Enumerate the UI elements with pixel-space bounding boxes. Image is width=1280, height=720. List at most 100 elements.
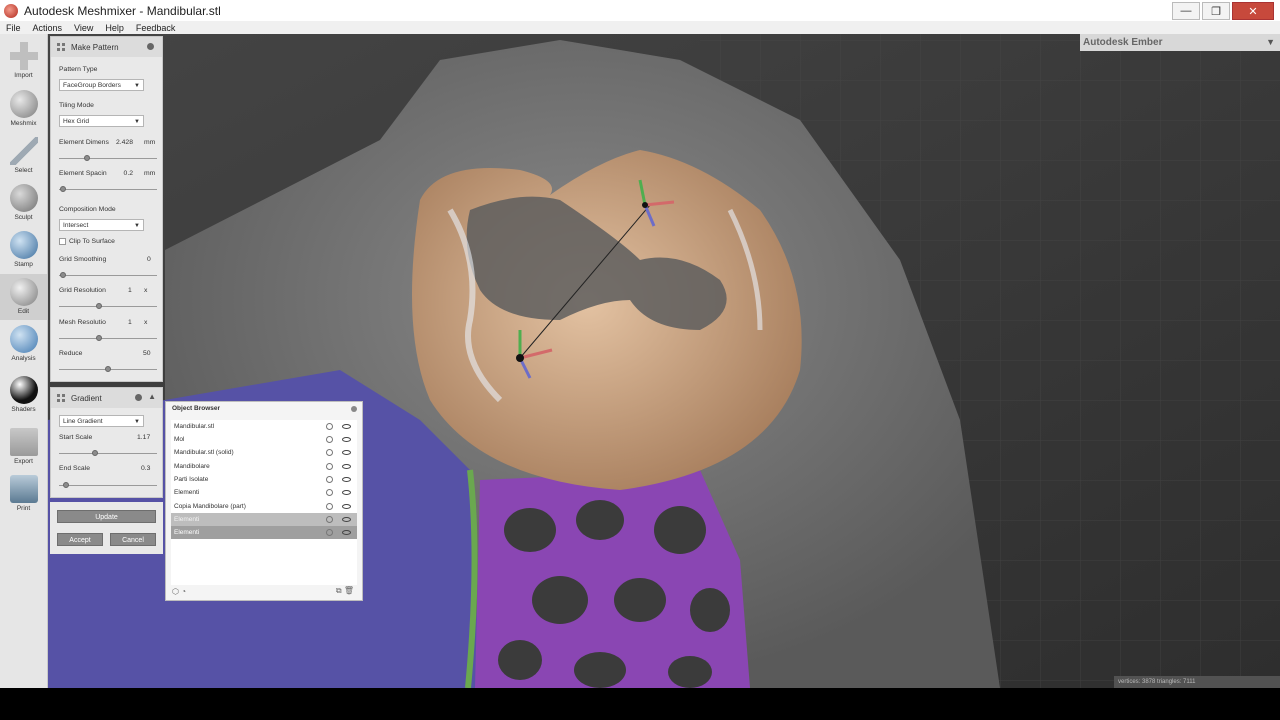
end-scale-label: End Scale bbox=[59, 465, 90, 472]
lock-icon[interactable] bbox=[326, 423, 333, 430]
end-scale-slider[interactable] bbox=[59, 482, 157, 488]
element-dimensions-unit: mm bbox=[144, 139, 156, 146]
grid-resolution-slider[interactable] bbox=[59, 303, 157, 309]
collapse-icon[interactable]: ▲ bbox=[148, 392, 156, 401]
slider-handle[interactable] bbox=[60, 272, 66, 278]
slider-handle[interactable] bbox=[63, 482, 69, 488]
tool-select[interactable]: Select bbox=[0, 133, 47, 179]
slider-handle[interactable] bbox=[84, 155, 90, 161]
minimize-button[interactable]: — bbox=[1172, 2, 1200, 20]
gear-icon[interactable] bbox=[147, 43, 154, 50]
menu-help[interactable]: Help bbox=[99, 23, 130, 33]
chevron-down-icon[interactable]: ▼ bbox=[1266, 34, 1275, 51]
slider-handle[interactable] bbox=[105, 366, 111, 372]
list-item[interactable]: Parti Isolate bbox=[171, 473, 357, 486]
lock-icon[interactable] bbox=[326, 529, 333, 536]
gear-icon[interactable] bbox=[135, 394, 142, 401]
menu-feedback[interactable]: Feedback bbox=[130, 23, 182, 33]
gradient-header[interactable]: Gradient ▲ bbox=[51, 388, 162, 408]
start-scale-value[interactable]: 1.17 bbox=[137, 434, 150, 441]
list-item[interactable]: Mandibular.stl (solid) bbox=[171, 446, 357, 459]
list-item[interactable]: Mandibular.stl bbox=[171, 420, 357, 433]
reduce-slider[interactable] bbox=[59, 366, 157, 372]
close-button[interactable]: ✕ bbox=[1232, 2, 1274, 20]
maximize-button[interactable]: ❐ bbox=[1202, 2, 1230, 20]
element-spacing-slider[interactable] bbox=[59, 186, 157, 192]
element-spacing-value[interactable]: 0.2 bbox=[115, 170, 133, 177]
gradient-panel: Gradient ▲ Line Gradient ▼ Start Scale 1.… bbox=[50, 387, 163, 498]
gradient-type-select[interactable]: Line Gradient ▼ bbox=[59, 415, 144, 427]
mesh-resolution-value[interactable]: 1 bbox=[128, 319, 132, 326]
tool-edit[interactable]: Edit bbox=[0, 274, 47, 320]
element-dimensions-label: Element Dimens bbox=[59, 139, 109, 146]
element-dimensions-value[interactable]: 2.428 bbox=[109, 139, 133, 146]
slider-handle[interactable] bbox=[96, 303, 102, 309]
tool-shaders[interactable]: Shaders bbox=[0, 372, 47, 418]
tiling-mode-select[interactable]: Hex Grid ▼ bbox=[59, 115, 144, 127]
ember-panel[interactable]: Autodesk Ember ▼ bbox=[1080, 34, 1280, 51]
grid-smoothing-value[interactable]: 0 bbox=[147, 256, 151, 263]
eye-icon[interactable] bbox=[342, 530, 351, 535]
eye-icon[interactable] bbox=[342, 504, 351, 509]
reduce-value[interactable]: 50 bbox=[143, 350, 151, 357]
cancel-button[interactable]: Cancel bbox=[110, 533, 156, 546]
list-item[interactable]: Elementi bbox=[171, 526, 357, 539]
mesh-resolution-slider[interactable] bbox=[59, 335, 157, 341]
composition-mode-select[interactable]: Intersect ▼ bbox=[59, 219, 144, 231]
slider-handle[interactable] bbox=[92, 450, 98, 456]
chevron-down-icon: ▼ bbox=[134, 223, 140, 229]
grid-smoothing-slider[interactable] bbox=[59, 272, 157, 278]
object-browser: Object Browser Mandibular.stl Mol Mandib… bbox=[165, 401, 363, 601]
object-browser-header[interactable]: Object Browser bbox=[166, 402, 362, 416]
tool-export[interactable]: Export bbox=[0, 424, 47, 470]
eye-icon[interactable] bbox=[342, 517, 351, 522]
list-item[interactable]: Mol bbox=[171, 433, 357, 446]
close-icon[interactable] bbox=[351, 406, 357, 412]
tool-import[interactable]: Import bbox=[0, 38, 47, 84]
eye-icon[interactable] bbox=[342, 490, 351, 495]
accept-button[interactable]: Accept bbox=[57, 533, 103, 546]
menu-view[interactable]: View bbox=[68, 23, 99, 33]
tool-stamp[interactable]: Stamp bbox=[0, 227, 47, 273]
slider-handle[interactable] bbox=[60, 186, 66, 192]
eye-icon[interactable] bbox=[342, 464, 351, 469]
eye-icon[interactable] bbox=[342, 450, 351, 455]
grip-icon bbox=[57, 394, 65, 402]
lock-icon[interactable] bbox=[326, 436, 333, 443]
list-item[interactable]: Elementi bbox=[171, 486, 357, 499]
menu-actions[interactable]: Actions bbox=[27, 23, 69, 33]
start-scale-slider[interactable] bbox=[59, 450, 157, 456]
lock-icon[interactable] bbox=[326, 449, 333, 456]
update-button[interactable]: Update bbox=[57, 510, 156, 523]
list-item[interactable]: Elementi bbox=[171, 513, 357, 526]
lock-icon[interactable] bbox=[326, 503, 333, 510]
lock-icon[interactable] bbox=[326, 489, 333, 496]
list-item[interactable]: Mandibolare bbox=[171, 460, 357, 473]
lock-icon[interactable] bbox=[326, 463, 333, 470]
eye-icon[interactable] bbox=[342, 477, 351, 482]
end-scale-value[interactable]: 0.3 bbox=[141, 465, 150, 472]
tool-meshmix[interactable]: Meshmix bbox=[0, 86, 47, 132]
lock-icon[interactable] bbox=[326, 476, 333, 483]
start-scale-label: Start Scale bbox=[59, 434, 93, 441]
object-browser-title: Object Browser bbox=[172, 405, 221, 412]
eye-icon[interactable] bbox=[342, 437, 351, 442]
grid-resolution-value[interactable]: 1 bbox=[128, 287, 132, 294]
make-pattern-header[interactable]: Make Pattern bbox=[51, 37, 162, 57]
eye-icon[interactable] bbox=[342, 424, 351, 429]
clip-to-surface-checkbox[interactable] bbox=[59, 238, 66, 245]
tool-analysis[interactable]: Analysis bbox=[0, 321, 47, 367]
tool-sculpt[interactable]: Sculpt bbox=[0, 180, 47, 226]
reduce-label: Reduce bbox=[59, 350, 83, 357]
menu-bar: File Actions View Help Feedback bbox=[0, 21, 1280, 34]
duplicate-delete-icons[interactable]: ⧉ 🗑 bbox=[336, 586, 354, 596]
lock-icon[interactable] bbox=[326, 516, 333, 523]
menu-file[interactable]: File bbox=[0, 23, 27, 33]
slider-handle[interactable] bbox=[96, 335, 102, 341]
pattern-type-select[interactable]: FaceGroup Borders ▼ bbox=[59, 79, 144, 91]
tool-print[interactable]: Print bbox=[0, 471, 47, 517]
element-dimensions-slider[interactable] bbox=[59, 155, 157, 161]
title-bar: Autodesk Meshmixer - Mandibular.stl — ❐ … bbox=[0, 0, 1280, 21]
list-item[interactable]: Copia Mandibolare (part) bbox=[171, 500, 357, 513]
object-type-icons[interactable]: ⬡ ◔ bbox=[172, 587, 186, 596]
